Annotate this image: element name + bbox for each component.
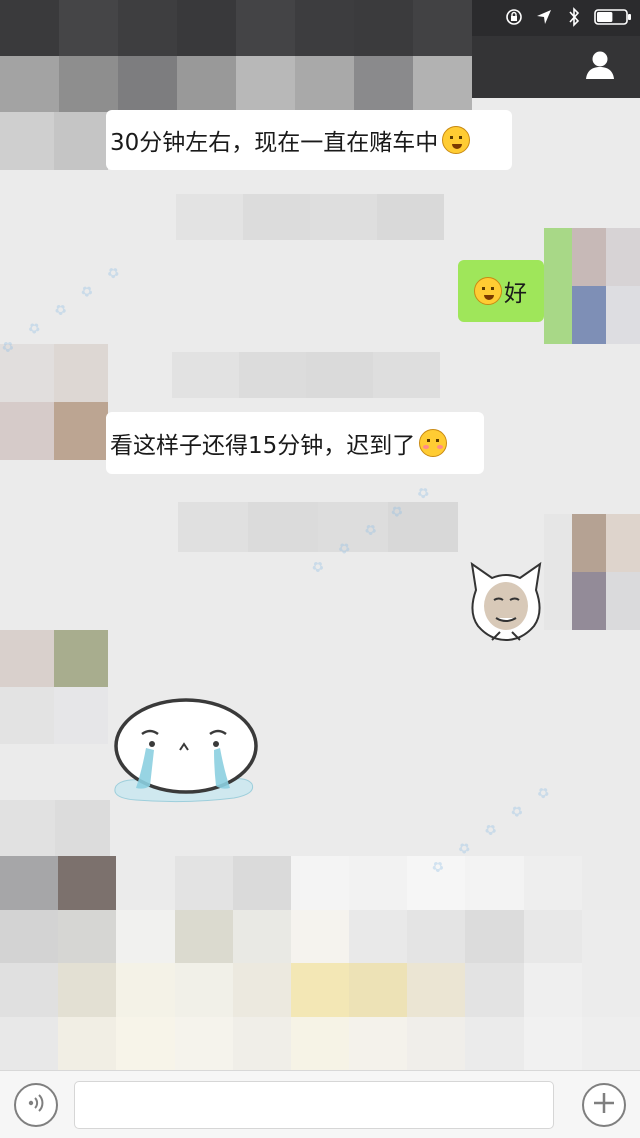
message-text: 看这样子还得15分钟，迟到了 xyxy=(110,433,416,459)
chat-info-button[interactable] xyxy=(582,50,618,84)
person-icon xyxy=(584,50,616,84)
plus-icon xyxy=(592,1091,616,1119)
battery-icon xyxy=(594,6,632,28)
bluetooth-icon xyxy=(564,6,584,28)
voice-toggle-button[interactable] xyxy=(14,1083,58,1127)
mosaic-avatar-6 xyxy=(0,800,110,856)
laughing-crying-face-emoji xyxy=(474,277,502,305)
mosaic-top-banner xyxy=(0,0,472,112)
mosaic-avatar-4 xyxy=(544,514,640,630)
location-arrow-icon xyxy=(534,6,554,28)
grinning-face-emoji xyxy=(442,126,471,154)
mosaic-avatar-3 xyxy=(0,344,108,460)
received-message-bubble[interactable]: 30分钟左右，现在一直在赌车中 xyxy=(106,110,512,170)
input-bar xyxy=(0,1070,640,1138)
received-message-bubble[interactable]: 看这样子还得15分钟，迟到了 xyxy=(106,412,484,474)
message-text: 30分钟左右，现在一直在赌车中 xyxy=(110,130,439,156)
sent-message-bubble[interactable]: 好 xyxy=(458,260,544,322)
message-input[interactable] xyxy=(74,1081,554,1129)
voice-icon xyxy=(25,1092,47,1118)
mosaic-avatar-5 xyxy=(0,630,108,744)
mosaic-timestamp-2 xyxy=(172,352,440,398)
blushing-face-emoji xyxy=(419,429,448,457)
mosaic-avatar-2 xyxy=(544,228,640,344)
watermark: ✿ ✿ ✿ ✿ ✿ xyxy=(0,258,130,358)
mosaic-avatar-1 xyxy=(0,112,108,170)
crying-blob-sticker[interactable] xyxy=(106,690,262,806)
status-icons xyxy=(504,6,632,28)
mosaic-timestamp-3 xyxy=(178,502,458,552)
message-text: 好 xyxy=(504,281,527,307)
rotation-lock-icon xyxy=(504,6,524,28)
mosaic-bottom-image xyxy=(0,856,640,1070)
mosaic-timestamp-1 xyxy=(176,194,444,240)
more-options-button[interactable] xyxy=(582,1083,626,1127)
cat-face-meme-sticker[interactable] xyxy=(466,560,546,644)
